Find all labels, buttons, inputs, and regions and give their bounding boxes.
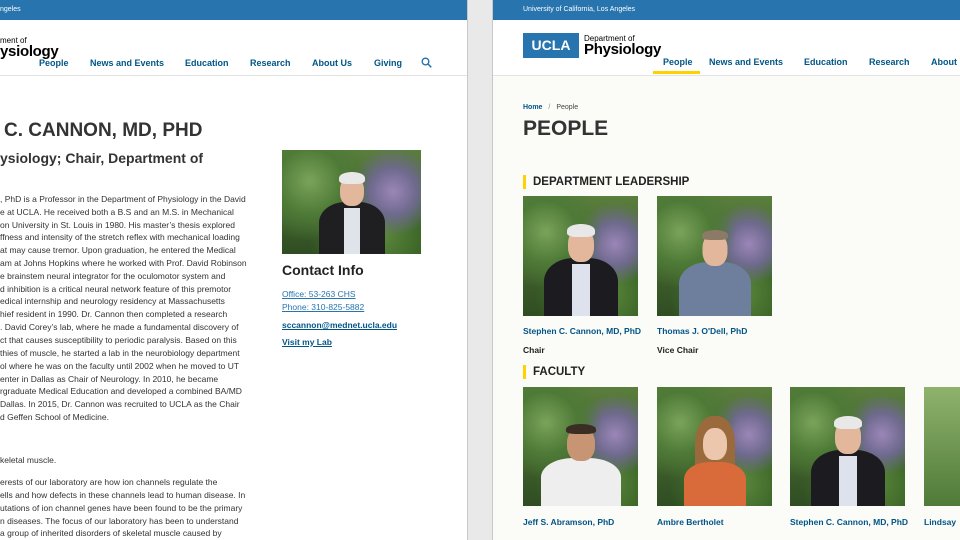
bio-line: edical internship and neurology residenc… [0,296,225,306]
person-name-link[interactable]: Jeff S. Abramson, PhD [523,517,614,527]
person-photo[interactable] [924,387,960,506]
nav-education[interactable]: Education [804,57,848,67]
research-line: erests of our laboratory are how ion cha… [0,477,218,487]
section-faculty-heading: FACULTY [533,366,586,378]
person-name-link[interactable]: Stephen C. Cannon, MD, PhD [790,517,908,527]
breadcrumb: Home / People [523,104,578,111]
contact-phone-link[interactable]: Phone: 310-825-5882 [282,302,364,312]
nav-about-us[interactable]: About Us [312,58,352,68]
bio-line: . David Corey’s lab, where he made a fun… [0,322,239,332]
bio-line: enter in Dallas as Chair of Neurology. I… [0,374,219,384]
site-header: UCLA Department of Physiology [493,20,960,76]
nav-news-events[interactable]: News and Events [90,58,164,68]
bio-line: , PhD is a Professor in the Department o… [0,194,246,204]
bio-line: ffness and intensity of the stretch refl… [0,232,240,242]
bio-line: d Geffen School of Medicine. [0,412,109,422]
person-photo[interactable] [523,196,638,316]
nav-people[interactable]: People [663,57,693,67]
topbar-text[interactable]: University of California, Los Angeles [523,0,635,20]
person-photo[interactable] [523,387,638,506]
breadcrumb-home[interactable]: Home [523,104,542,111]
nav-giving[interactable]: Giving [374,58,402,68]
search-icon[interactable] [421,57,432,68]
university-topbar: ngeles [0,0,467,20]
research-line: utations of ion channel genes have been … [0,503,243,513]
nav-education[interactable]: Education [185,58,229,68]
bio-line: Dallas. In 2015, Dr. Cannon was recruite… [0,399,240,409]
person-photo[interactable] [657,387,772,506]
bio-line: e brainstem neural integrator for the oc… [0,271,226,281]
research-line: n diseases. The focus of our laboratory … [0,516,239,526]
section-leadership-heading: DEPARTMENT LEADERSHIP [533,176,690,188]
bio-line: thies of muscle, he started a lab in the… [0,348,240,358]
logo-physiology[interactable]: Physiology [584,42,661,58]
research-line: a group of inherited disorders of skelet… [0,528,222,538]
nav-research[interactable]: Research [869,57,910,67]
ucla-logo[interactable]: UCLA [523,33,579,58]
profile-photo [282,150,421,254]
people-window: University of California, Los Angeles UC… [492,0,960,540]
person-photo[interactable] [657,196,772,316]
nav-about[interactable]: About [931,57,957,67]
person-name-link[interactable]: Lindsay [924,517,956,527]
contact-email-link[interactable]: sccannon@mednet.ucla.edu [282,320,397,330]
research-line: ells and how defects in these channels l… [0,490,246,500]
bio-line: keletal muscle. [0,455,57,465]
person-role: Vice Chair [657,345,699,355]
breadcrumb-current: People [556,104,579,111]
person-photo[interactable] [790,387,905,506]
profile-name-heading: C. CANNON, MD, PHD [4,120,203,141]
bio-line: at may cause tremor. Upon graduation, he… [0,245,236,255]
bio-line: am at Johns Hopkins where he worked with… [0,258,247,268]
nav-research[interactable]: Research [250,58,291,68]
breadcrumb-separator: / [548,104,551,111]
profile-title: ysiology; Chair, Department of [0,150,204,166]
bio-line: d inhibition is a critical neural networ… [0,284,232,294]
university-topbar: University of California, Los Angeles [493,0,960,20]
page-title: PEOPLE [523,117,609,140]
bio-line: hief resident in 1990. Dr. Cannon then c… [0,309,228,319]
person-name-link[interactable]: Thomas J. O'Dell, PhD [657,326,747,336]
contact-office-link[interactable]: Office: 53-263 CHS [282,289,356,299]
section-bar [523,365,526,379]
person-role: Chair [523,345,545,355]
nav-news-events[interactable]: News and Events [709,57,783,67]
section-bar [523,175,526,189]
contact-heading: Contact Info [282,262,364,278]
nav-people[interactable]: People [39,58,69,68]
bio-line: ct that causes susceptibility to periodi… [0,335,237,345]
profile-window: ngeles ment of ysiology People News and … [0,0,468,540]
bio-line: on University in St. Louis in 1980. His … [0,220,235,230]
person-name-link[interactable]: Stephen C. Cannon, MD, PhD [523,326,641,336]
bio-line: rgraduate Medical Education and develope… [0,386,242,396]
topbar-text[interactable]: ngeles [0,0,21,20]
bio-line: e at UCLA. He received both a B.S and an… [0,207,234,217]
visit-lab-link[interactable]: Visit my Lab [282,337,332,347]
person-name-link[interactable]: Ambre Bertholet [657,517,724,527]
active-nav-indicator [653,71,700,74]
bio-line: ol where he was on the faculty until 200… [0,361,240,371]
